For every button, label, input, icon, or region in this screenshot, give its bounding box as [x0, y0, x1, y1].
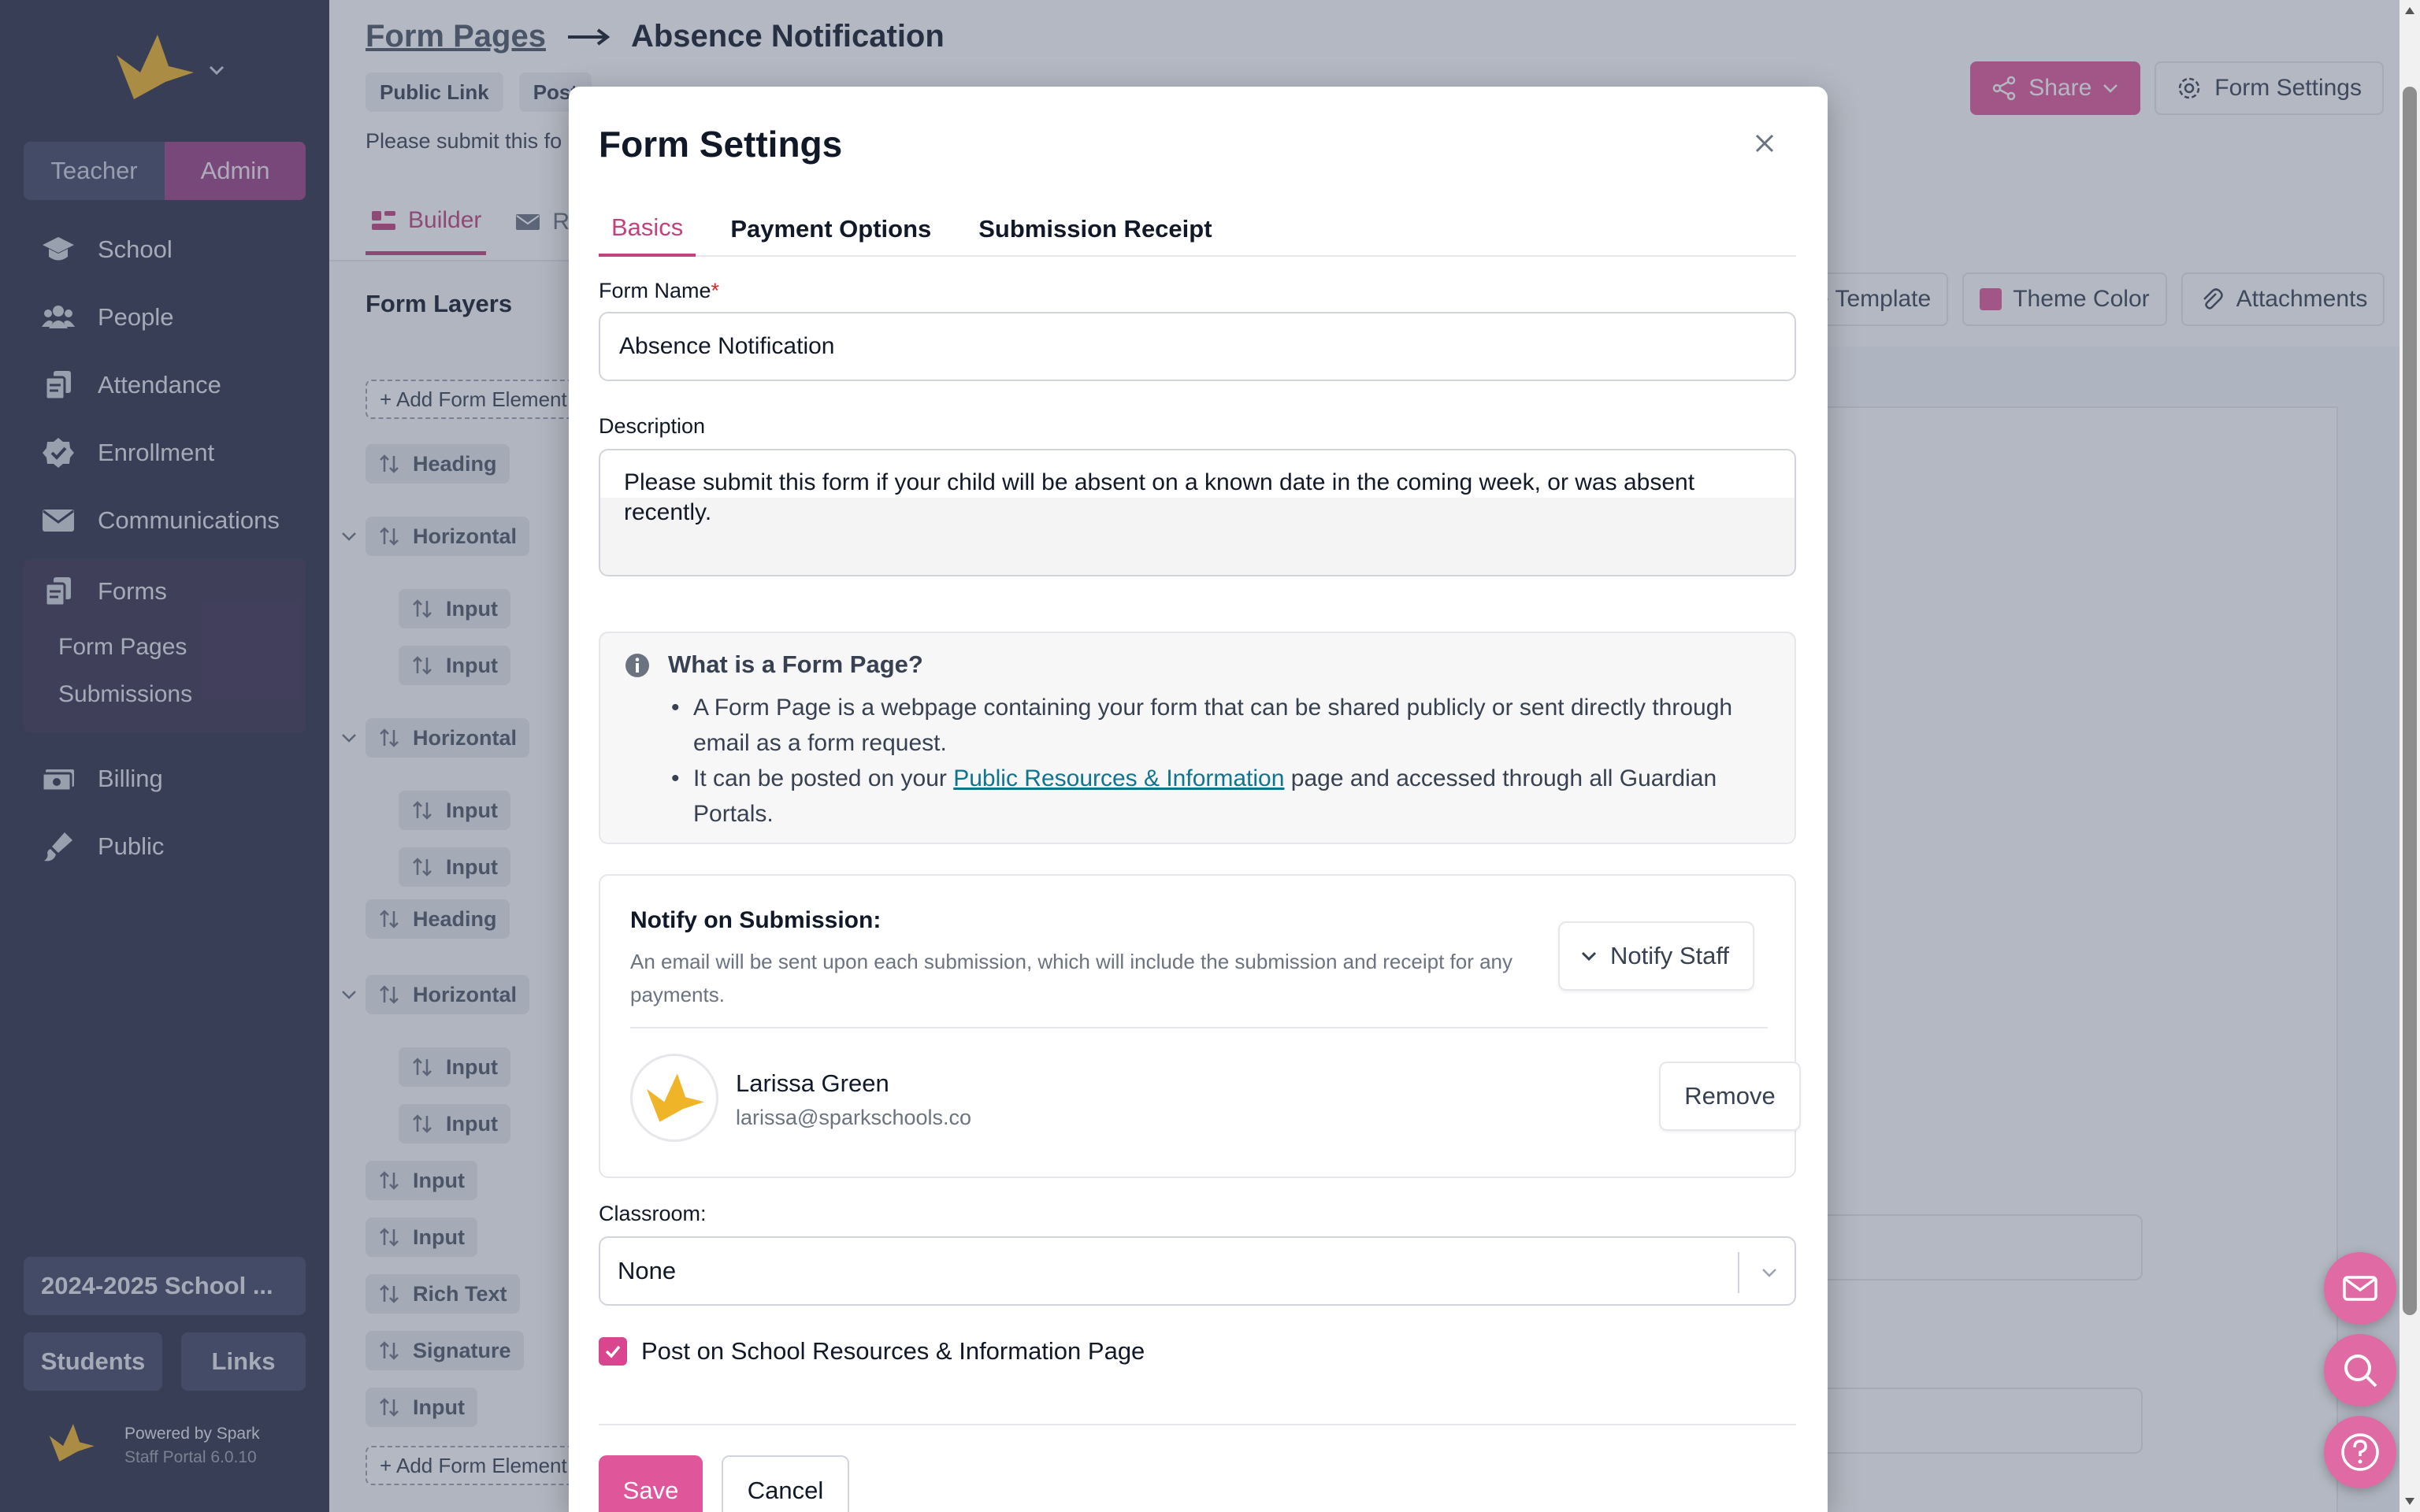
info-list: A Form Page is a webpage containing your…: [668, 690, 1755, 832]
info-icon: [625, 654, 649, 677]
notify-title: Notify on Submission:: [630, 907, 882, 933]
contact-fab[interactable]: [2324, 1252, 2396, 1325]
post-on-resources-row: Post on School Resources & Information P…: [599, 1337, 1145, 1366]
notify-staff-label: Notify Staff: [1610, 942, 1730, 969]
scroll-down-icon[interactable]: [2403, 1495, 2416, 1507]
staff-email: larissa@sparkschools.co: [736, 1106, 972, 1129]
check-icon: [605, 1345, 621, 1358]
description-textarea[interactable]: Please submit this form if your child wi…: [599, 449, 1796, 576]
cancel-button[interactable]: Cancel: [722, 1455, 849, 1512]
modal-title: Form Settings: [599, 124, 843, 165]
select-separator: [1738, 1252, 1739, 1293]
save-button[interactable]: Save: [599, 1455, 703, 1512]
search-fab[interactable]: [2324, 1334, 2396, 1406]
staff-name: Larissa Green: [736, 1069, 889, 1097]
search-icon: [2344, 1354, 2377, 1388]
notify-help-text: An email will be sent upon each submissi…: [630, 950, 1513, 1006]
form-name-field[interactable]: Absence Notification: [599, 312, 1796, 381]
classroom-select[interactable]: None: [599, 1236, 1796, 1306]
notify-on-submission-card: Notify on Submission: An email will be s…: [599, 874, 1801, 1178]
divider: [630, 1027, 1768, 1028]
info-title: What is a Form Page?: [668, 650, 923, 678]
help-fab[interactable]: [2324, 1416, 2396, 1488]
tab-submission-receipt[interactable]: Submission Receipt: [966, 202, 1224, 257]
spark-logo-icon: [646, 1073, 705, 1122]
info-bullet-text: It can be posted on your: [693, 765, 954, 791]
description-label: Description: [599, 414, 706, 438]
classroom-label: Classroom:: [599, 1202, 707, 1225]
form-page-info-box: What is a Form Page? A Form Page is a we…: [599, 632, 1796, 844]
classroom-selected-value: None: [618, 1257, 677, 1284]
modal-tabs: Basics Payment Options Submission Receip…: [599, 202, 1796, 257]
post-on-resources-label[interactable]: Post on School Resources & Information P…: [641, 1337, 1145, 1366]
info-bullet: A Form Page is a webpage containing your…: [668, 690, 1755, 761]
required-asterisk: *: [711, 279, 720, 302]
tab-payment-options[interactable]: Payment Options: [718, 202, 944, 257]
info-bullet: It can be posted on your Public Resource…: [668, 761, 1755, 832]
scrollbar-thumb[interactable]: [2403, 87, 2417, 1315]
post-on-resources-checkbox[interactable]: [599, 1337, 627, 1366]
mail-icon: [2343, 1276, 2377, 1301]
form-name-label-text: Form Name: [599, 279, 711, 302]
scroll-up-icon[interactable]: [2403, 5, 2416, 17]
close-icon[interactable]: [1750, 129, 1779, 158]
page-scrollbar[interactable]: [2400, 0, 2420, 1512]
notify-staff-button[interactable]: Notify Staff: [1558, 921, 1755, 991]
public-resources-link[interactable]: Public Resources & Information: [953, 765, 1284, 791]
remove-staff-button[interactable]: Remove: [1659, 1062, 1801, 1131]
help-icon: [2341, 1433, 2379, 1471]
form-settings-modal: Form Settings Basics Payment Options Sub…: [569, 87, 1828, 1512]
tab-basics[interactable]: Basics: [599, 202, 696, 257]
divider: [599, 1424, 1796, 1425]
form-name-label: Form Name*: [599, 279, 719, 303]
avatar: [630, 1054, 718, 1142]
chevron-down-icon[interactable]: [1757, 1260, 1782, 1285]
chevron-down-icon: [1581, 951, 1597, 962]
